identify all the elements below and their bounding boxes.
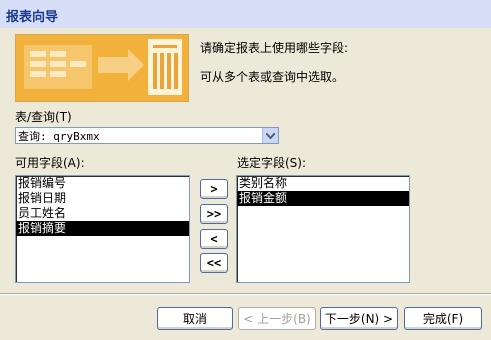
- table-query-select[interactable]: 查询: qryBxmx: [15, 127, 279, 144]
- table-query-label: 表/查询(T): [15, 110, 72, 124]
- title-bar: 报表向导: [0, 0, 491, 28]
- footer-divider: [0, 293, 491, 295]
- table-query-value: 查询: qryBxmx: [18, 130, 100, 143]
- cancel-button[interactable]: 取消: [157, 307, 233, 330]
- remove-all-fields-button[interactable]: <<: [200, 253, 228, 273]
- selected-fields-label: 选定字段(S):: [237, 156, 307, 170]
- list-item[interactable]: 员工姓名: [16, 206, 189, 221]
- prompt-text-1: 请确定报表上使用哪些字段:: [200, 41, 349, 55]
- list-item[interactable]: 类别名称: [237, 176, 409, 191]
- next-button[interactable]: 下一步(N) >: [320, 307, 398, 330]
- list-item[interactable]: 报销金额: [237, 191, 409, 206]
- list-item[interactable]: 报销编号: [16, 176, 189, 191]
- add-field-button[interactable]: >: [200, 179, 228, 199]
- chevron-down-icon[interactable]: [262, 128, 278, 143]
- back-button[interactable]: < 上一步(B): [238, 307, 316, 330]
- prompt-text-2: 可从多个表或查询中选取。: [200, 70, 345, 84]
- finish-button[interactable]: 完成(F): [404, 307, 482, 330]
- list-item[interactable]: 报销摘要: [16, 221, 189, 236]
- available-fields-label: 可用字段(A):: [15, 156, 85, 170]
- add-all-fields-button[interactable]: >>: [200, 204, 228, 224]
- list-item[interactable]: 报销日期: [16, 191, 189, 206]
- report-wizard-illustration: [15, 34, 189, 102]
- available-fields-list[interactable]: 报销编号 报销日期 员工姓名 报销摘要: [15, 175, 190, 283]
- window-title: 报表向导: [6, 10, 59, 25]
- selected-fields-list[interactable]: 类别名称 报销金额: [236, 175, 410, 283]
- remove-field-button[interactable]: <: [200, 229, 228, 249]
